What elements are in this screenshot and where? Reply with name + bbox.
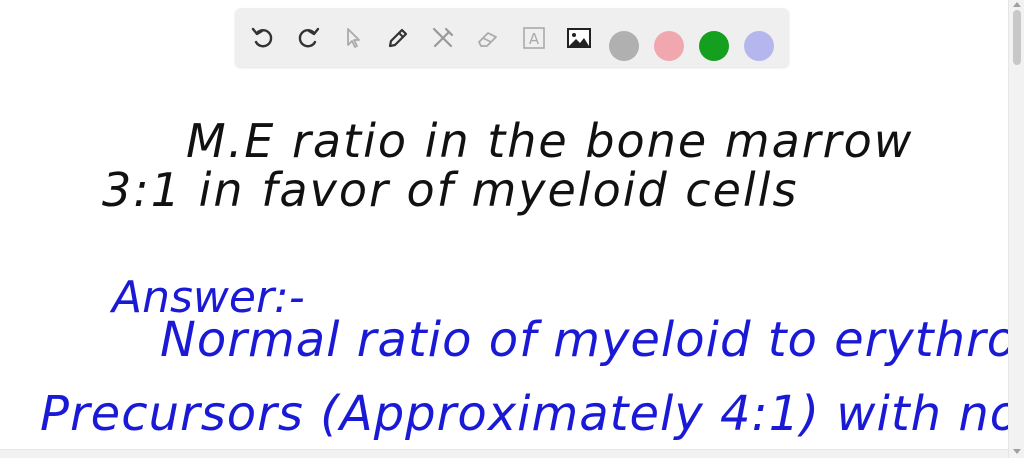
undo-icon[interactable] xyxy=(247,22,279,54)
horizontal-scrollbar[interactable] xyxy=(0,449,1008,458)
whiteboard-canvas[interactable]: A M.E ratio in the bone marrow 3:1 in fa… xyxy=(0,0,1024,458)
pointer-icon[interactable] xyxy=(337,22,369,54)
note-line-1: M.E ratio in the bone marrow xyxy=(186,114,914,168)
color-swatch-green[interactable] xyxy=(699,31,729,61)
note-line-3: Normal ratio of myeloid to erythroid xyxy=(160,312,1024,368)
color-swatch-lavender[interactable] xyxy=(744,31,774,61)
color-swatch-pink[interactable] xyxy=(654,31,684,61)
note-line-2: 3:1 in favor of myeloid cells xyxy=(102,163,799,217)
color-swatch-gray[interactable] xyxy=(609,31,639,61)
redo-icon[interactable] xyxy=(292,22,324,54)
svg-text:A: A xyxy=(529,30,540,48)
image-icon[interactable] xyxy=(563,22,595,54)
scroll-thumb[interactable] xyxy=(1013,10,1021,65)
drawing-toolbar: A xyxy=(235,8,789,67)
pen-icon[interactable] xyxy=(382,22,414,54)
note-line-4: Precursors (Approximately 4:1) with norm… xyxy=(40,386,1024,442)
text-icon[interactable]: A xyxy=(518,22,550,54)
tools-icon[interactable] xyxy=(427,22,459,54)
eraser-icon[interactable] xyxy=(472,22,504,54)
scroll-up-icon[interactable] xyxy=(1013,2,1021,7)
vertical-scrollbar[interactable] xyxy=(1008,0,1024,458)
scroll-down-icon[interactable] xyxy=(1013,449,1021,454)
